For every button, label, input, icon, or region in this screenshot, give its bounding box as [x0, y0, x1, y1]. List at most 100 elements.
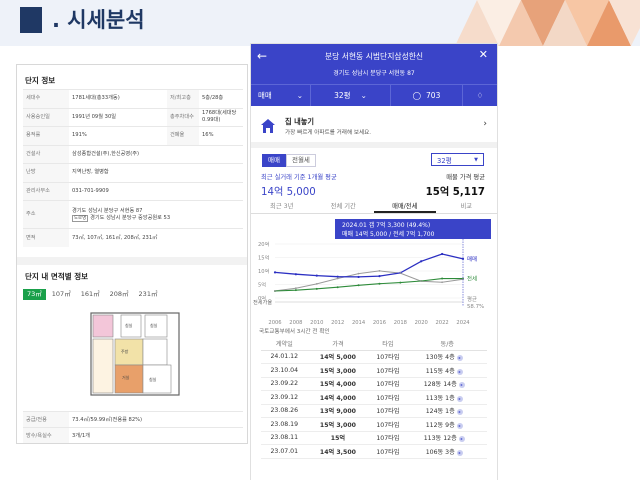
complex-name: 분당 서현동 시범단지삼성한신	[324, 52, 424, 61]
ratio-point	[399, 272, 402, 274]
x-tick-label: 2018	[394, 320, 407, 326]
area-info-table: 공급/전용 73.4㎡/59.99㎡(전용률 82%) 방수/욕실수 3개/1개	[23, 411, 243, 443]
area-tab[interactable]: 107㎡	[48, 289, 75, 300]
listing-avg-label: 매물 가격 평균	[446, 174, 485, 181]
address-lot: 경기도 성남시 분당구 서현동 87	[72, 207, 143, 214]
area-tab[interactable]: 161㎡	[77, 289, 104, 300]
sale-point	[441, 252, 444, 256]
recent-price-value: 14억 5,000	[261, 187, 316, 198]
area-tab[interactable]: 73㎡	[23, 289, 46, 300]
row-label: 저/최고층	[167, 89, 199, 108]
banner-subtitle: 가장 빠르게 아파트를 거래해 보세요.	[285, 130, 372, 136]
toggle-jeonse[interactable]: 전월세	[285, 154, 316, 167]
tx-type: 107타입	[368, 377, 408, 391]
tx-price: 15억 3,000	[307, 363, 369, 378]
row-label: 건설사	[23, 144, 69, 164]
tx-floor-text: 106동 3층	[425, 448, 455, 456]
table-row[interactable]: 23.08.19 15억 3,000 107타입 112동 9층 ▸	[261, 417, 487, 432]
table-row: 건설사 삼성종합건설(주),한신공영(주)	[23, 144, 243, 164]
size-dropdown[interactable]: 32평 ▼	[431, 153, 484, 166]
deal-type-label: 매매	[258, 91, 272, 100]
y2-axis-label: 전세가율	[253, 298, 272, 306]
tx-floor-text: 113동 12층	[423, 435, 457, 443]
comment-icon: ◯	[412, 91, 422, 100]
tab-compare[interactable]: 비교	[436, 200, 498, 213]
tx-type: 107타입	[368, 390, 408, 405]
table-row: 방수/욕실수 3개/1개	[23, 427, 243, 443]
tx-type: 107타입	[368, 404, 408, 418]
chevron-right-icon: ▸	[456, 409, 463, 416]
tx-date: 23.08.19	[261, 417, 308, 432]
tx-floor-text: 124동 1층	[425, 408, 455, 416]
chevron-right-icon: ▸	[456, 422, 463, 429]
tx-floor: 130동 4층 ▸	[407, 350, 487, 364]
sale-point	[378, 275, 381, 278]
section-divider	[17, 257, 247, 265]
chevron-right-icon: ▸	[456, 449, 463, 456]
table-row[interactable]: 23.08.26 13억 9,000 107타입 124동 1층 ▸	[261, 404, 487, 418]
tx-floor-text: 128동 14층	[423, 381, 457, 389]
floorplan-image: 침실 침실 거실 주방 침실	[90, 312, 180, 396]
table-row[interactable]: 23.09.22 15억 4,000 107타입 128동 14층 ▸	[261, 377, 487, 391]
row-label: 총주차대수	[167, 107, 199, 127]
tx-price: 15억 3,000	[307, 417, 369, 432]
size-label: 32평	[334, 91, 351, 100]
row-value: 1991년 09월 30일	[69, 107, 167, 127]
tx-floor-text: 112동 9층	[425, 421, 455, 429]
table-row[interactable]: 23.09.12 14억 4,000 107타입 113동 1층 ▸	[261, 390, 487, 405]
comments-button[interactable]: ◯ 703	[391, 85, 463, 106]
tx-type: 107타입	[368, 363, 408, 378]
title-bar: . 시세분석	[0, 0, 640, 46]
chevron-down-icon: ⌄	[296, 91, 303, 100]
size-select[interactable]: 32평 ⌄	[311, 85, 391, 106]
y-tick-label: 20억	[258, 240, 270, 248]
close-icon[interactable]: ✕	[479, 48, 488, 61]
table-row[interactable]: 23.10.04 15억 3,000 107타입 115동 4층 ▸	[261, 363, 487, 378]
floorplan-label: 침실	[149, 376, 157, 382]
x-tick-label: 2014	[352, 320, 366, 326]
tx-price: 14억 5,000	[307, 350, 369, 364]
area-tab[interactable]: 208㎡	[106, 289, 133, 300]
transactions-table: 계약일 가격 타입 동/층 24.01.12 14억 5,000 107타입 130동…	[261, 337, 487, 459]
row-label: 건폐율	[167, 126, 199, 145]
row-value: 031-701-9909	[69, 181, 243, 201]
ratio-point	[336, 277, 339, 280]
toggle-sale[interactable]: 매매	[262, 154, 286, 167]
x-tick-label: 2016	[373, 320, 386, 326]
row-value: 73㎡, 107㎡, 161㎡, 208㎡, 231㎡	[69, 228, 243, 247]
x-tick-label: 2008	[289, 320, 302, 326]
jeonse-point	[336, 286, 339, 289]
floorplan-label: 침실	[125, 322, 133, 328]
house-sale-icon	[261, 119, 275, 133]
tx-price: 15억 4,000	[307, 377, 369, 391]
tooltip-line2: 매매 14억 5,000 / 전세 7억 1,700	[342, 230, 435, 238]
deal-type-select[interactable]: 매매 ⌄	[251, 85, 311, 106]
tab-recent-3y[interactable]: 최근 3년	[251, 200, 313, 213]
bell-icon[interactable]: ♢	[463, 85, 497, 106]
tx-type: 107타입	[368, 417, 408, 432]
table-row[interactable]: 23.07.01 14억 3,500 107타입 106동 3층 ▸	[261, 444, 487, 459]
col-date: 계약일	[261, 337, 308, 351]
tx-type: 107타입	[368, 350, 408, 364]
table-row[interactable]: 24.01.12 14억 5,000 107타입 130동 4층 ▸	[261, 350, 487, 364]
area-tab[interactable]: 231㎡	[135, 289, 162, 300]
chevron-right-icon: ▸	[456, 355, 463, 362]
tab-all-period[interactable]: 전체 기간	[313, 200, 375, 213]
tab-sale-jeonse[interactable]: 매매/전세	[374, 200, 436, 213]
chevron-right-icon: ▸	[458, 436, 465, 443]
jeonse-point	[441, 277, 444, 280]
tx-price: 13억 9,000	[307, 404, 369, 418]
complex-info-panel: 단지 정보 세대수 1781세대(총33개동) 저/최고층 5층/28층 사용승…	[16, 64, 248, 444]
table-row: 면적 73㎡, 107㎡, 161㎡, 208㎡, 231㎡	[23, 228, 243, 247]
header-filter-bar: 매매 ⌄ 32평 ⌄ ◯ 703 ♢	[251, 84, 497, 106]
table-row: 관리사무소 031-701-9909	[23, 181, 243, 201]
end-label-sale: 매매	[467, 255, 477, 263]
jeonse-point	[294, 289, 297, 292]
row-label: 관리사무소	[23, 181, 69, 201]
row-value: 191%	[69, 126, 167, 145]
table-header-row: 계약일 가격 타입 동/층	[261, 337, 487, 351]
table-row[interactable]: 23.08.11 15억 107타입 113동 12층 ▸	[261, 431, 487, 445]
list-property-banner[interactable]: 집 내놓기 가장 빠르게 아파트를 거래해 보세요. ›	[251, 106, 497, 148]
tx-date: 23.10.04	[261, 363, 308, 378]
tx-date: 23.09.22	[261, 377, 308, 391]
